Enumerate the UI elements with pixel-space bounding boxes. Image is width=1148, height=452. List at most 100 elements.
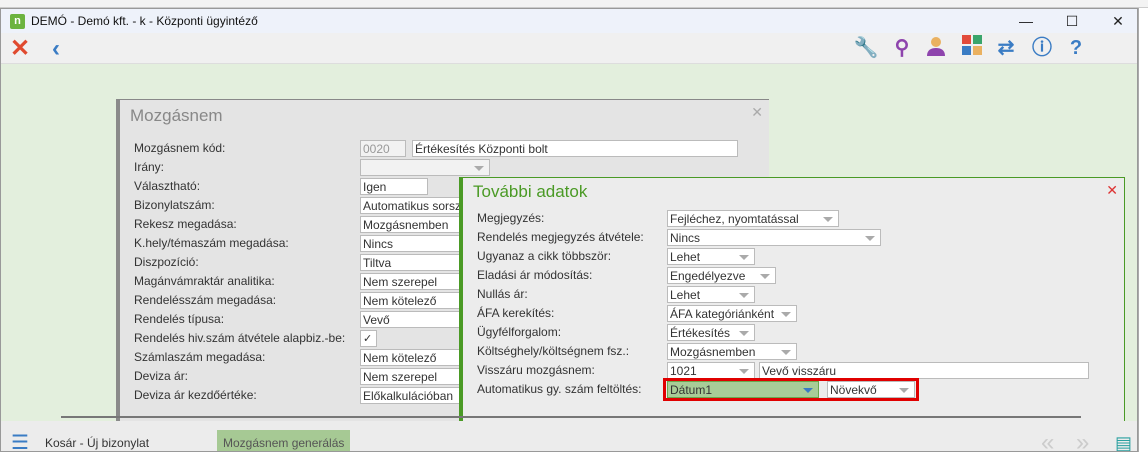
document-icon[interactable]: ▤ <box>1115 430 1132 451</box>
field-value[interactable]: Értékesítés <box>667 324 755 341</box>
field-label: Rendelés hiv.szám átvétele alapbiz.-be: <box>134 331 346 345</box>
generate-button[interactable]: Mozgásnem generálás <box>217 430 351 451</box>
chevron-down-icon <box>739 293 749 298</box>
field-label: Nullás ár: <box>477 287 528 301</box>
panel-close-button[interactable]: ✕ <box>1106 182 1118 199</box>
help-icon[interactable]: ? <box>1059 35 1093 62</box>
panel-title: További adatok <box>473 182 588 201</box>
field-label: Rendelés megjegyzés átvétele: <box>477 230 644 244</box>
field-value[interactable]: Lehet <box>667 286 755 303</box>
field-label: Számlaszám megadása: <box>134 350 266 364</box>
chevron-down-icon <box>781 312 791 317</box>
form-row: ÁFA kerekítés: ÁFA kategóriánként <box>463 305 1124 322</box>
chevron-down-icon <box>739 255 749 260</box>
highlight-box <box>663 378 919 401</box>
field-value[interactable]: 0020 <box>360 140 406 157</box>
horizontal-scrollbar[interactable] <box>61 416 1081 418</box>
field-label: Rekesz megadása: <box>134 217 237 231</box>
window-title: DEMÓ - Demó kft. - k - Központi ügyintéz… <box>31 14 258 28</box>
field-value-name[interactable]: Vevő visszáru <box>759 362 1089 379</box>
form-row: Irány: <box>120 159 769 176</box>
field-label: K.hely/témaszám megadása: <box>134 236 289 250</box>
field-value[interactable]: Automatikus sorszám <box>360 197 470 214</box>
search-icon[interactable]: ⚲ <box>885 35 919 62</box>
background-app-strip <box>0 0 1148 8</box>
user-icon[interactable] <box>919 35 953 62</box>
chevron-down-icon <box>474 166 484 171</box>
chevron-down-icon <box>739 369 749 374</box>
form-row: Ugyanaz a cikk többször: Lehet <box>463 248 1124 265</box>
chevron-down-icon <box>865 236 875 241</box>
form-row: Nullás ár: Lehet <box>463 286 1124 303</box>
field-value[interactable]: Mozgásnemben <box>667 343 797 360</box>
close-icon[interactable]: ✕ <box>3 35 37 62</box>
form-row: Mozgásnem kód: 0020 Értékesítés Központi b… <box>120 140 769 157</box>
form-row: Rendelés megjegyzés átvétele: Nincs <box>463 229 1124 246</box>
field-value[interactable]: Nem szerepel <box>360 368 470 385</box>
field-value[interactable]: Vevő <box>360 311 470 328</box>
menu-icon[interactable]: ☰ <box>11 430 29 451</box>
chevron-down-icon <box>781 350 791 355</box>
field-value[interactable]: Előkalkulációban <box>360 387 470 404</box>
cart-link[interactable]: Kosár - Új bizonylat <box>45 430 149 451</box>
info-icon[interactable]: ⓘ <box>1025 35 1059 62</box>
field-value[interactable]: Nem kötelező <box>360 349 470 366</box>
form-row: Költséghely/költségnem fsz.: Mozgásnemben <box>463 343 1124 360</box>
swap-icon[interactable]: ⇄ <box>989 35 1023 62</box>
background-app <box>1138 8 1148 452</box>
field-label: Automatikus gy. szám feltöltés: <box>477 382 642 396</box>
field-value[interactable]: Nem szerepel <box>360 273 470 290</box>
form-row: Automatikus gy. szám feltöltés: Dátum1 Növ… <box>463 378 1124 401</box>
field-label: Irány: <box>134 160 165 174</box>
field-value[interactable]: Lehet <box>667 248 755 265</box>
prev-icon[interactable]: « <box>1041 430 1054 452</box>
field-value[interactable]: Tiltva <box>360 254 470 271</box>
title-bar: n DEMÓ - Demó kft. - k - Központi ügyint… <box>1 9 1137 33</box>
grid-icon[interactable] <box>955 35 989 62</box>
toolbar: ✕ ‹ 🔧 ⚲ ⇄ ⓘ ? <box>1 33 1137 64</box>
field-label: Megjegyzés: <box>477 211 545 225</box>
wrench-icon[interactable]: 🔧 <box>849 35 883 62</box>
field-label: Mozgásnem kód: <box>134 141 226 155</box>
field-value[interactable]: 1021 <box>667 362 755 379</box>
field-label: Deviza ár: <box>134 369 189 383</box>
next-icon[interactable]: » <box>1076 430 1089 452</box>
chevron-down-icon <box>760 274 770 279</box>
form-row: Eladási ár módosítás: Engedélyezve <box>463 267 1124 284</box>
field-label: Rendelés típusa: <box>134 312 225 326</box>
bottom-bar: ☰ Kosár - Új bizonylat Mozgásnem generál… <box>1 416 1137 452</box>
form-row: Ügyfélforgalom: Értékesítés <box>463 324 1124 341</box>
field-value[interactable]: Fejléchez, nyomtatással <box>667 210 839 227</box>
field-value[interactable]: Nem kötelező <box>360 292 470 309</box>
field-value[interactable]: Nincs <box>667 229 881 246</box>
panel-title: Mozgásnem <box>130 106 223 125</box>
field-value[interactable]: ÁFA kategóriánként <box>667 305 797 322</box>
field-value-name[interactable]: Értékesítés Központi bolt <box>412 140 738 157</box>
field-label: Rendelésszám megadása: <box>134 293 277 307</box>
chevron-down-icon <box>823 217 833 222</box>
field-label: Bizonylatszám: <box>134 198 215 212</box>
back-icon[interactable]: ‹ <box>39 35 73 62</box>
field-label: Ügyfélforgalom: <box>477 325 562 339</box>
window-close-button[interactable]: ✕ <box>1095 9 1137 33</box>
field-label: ÁFA kerekítés: <box>477 306 555 320</box>
tovabbi-adatok-panel: További adatok ✕ Megjegyzés: Fejléchez, n… <box>459 177 1125 421</box>
checkbox[interactable]: ✓ <box>360 330 377 347</box>
field-label: Diszpozíció: <box>134 255 199 269</box>
field-value[interactable]: Nincs <box>360 235 470 252</box>
app-window: n DEMÓ - Demó kft. - k - Központi ügyint… <box>0 8 1138 452</box>
content-area: Mozgásnem ✕ Mozgásnem kód: 0020 Értékesíté… <box>1 64 1137 421</box>
field-value[interactable]: Engedélyezve <box>667 267 776 284</box>
field-label: Magánvámraktár analitika: <box>134 274 275 288</box>
field-label: Költséghely/költségnem fsz.: <box>477 344 630 358</box>
form-row: Visszáru mozgásnem: 1021 Vevő visszáru <box>463 362 1124 379</box>
minimize-button[interactable]: — <box>1003 9 1049 33</box>
form-row: Megjegyzés: Fejléchez, nyomtatással <box>463 210 1124 227</box>
panel-close-button[interactable]: ✕ <box>751 104 763 121</box>
field-label: Visszáru mozgásnem: <box>477 363 595 377</box>
field-value[interactable]: Mozgásnemben <box>360 216 470 233</box>
maximize-button[interactable]: ☐ <box>1049 9 1095 33</box>
field-label: Választható: <box>134 179 201 193</box>
field-value[interactable]: Igen <box>360 178 428 195</box>
field-value[interactable] <box>360 159 490 176</box>
